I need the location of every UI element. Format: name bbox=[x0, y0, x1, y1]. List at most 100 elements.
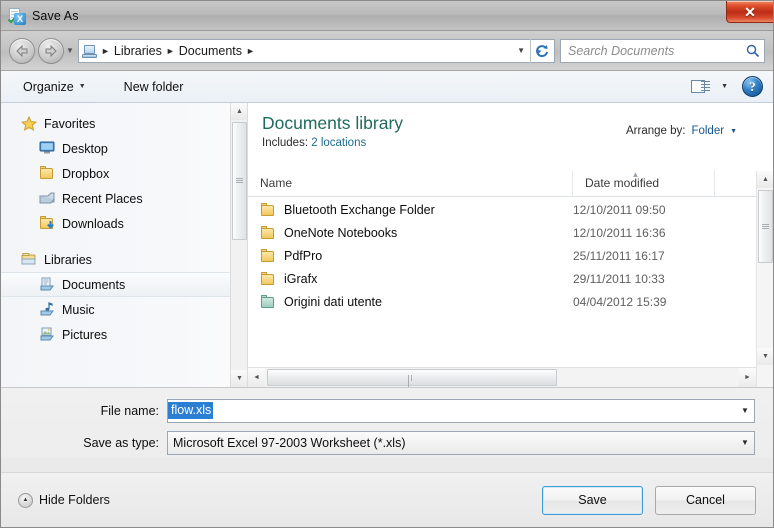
downloads-icon bbox=[39, 215, 57, 232]
file-name-row: File name: flow.xls ▼ bbox=[19, 398, 755, 423]
scroll-left-button[interactable]: ◄ bbox=[248, 368, 265, 387]
forward-button[interactable] bbox=[38, 37, 64, 64]
dialog-footer: ▲ Hide Folders Save Cancel bbox=[1, 472, 773, 527]
file-list-pane: Documents library Includes: 2 locations … bbox=[248, 103, 773, 387]
file-name-input[interactable]: flow.xls ▼ bbox=[167, 398, 755, 423]
save-button[interactable]: Save bbox=[542, 485, 643, 515]
table-row[interactable]: iGrafx 29/11/2011 10:33 bbox=[248, 267, 756, 290]
file-name-label: OneNote Notebooks bbox=[284, 225, 398, 240]
table-row[interactable]: Bluetooth Exchange Folder 12/10/2011 09:… bbox=[248, 198, 756, 221]
refresh-button[interactable] bbox=[530, 38, 552, 63]
sidebar-item-recent-places[interactable]: Recent Places bbox=[1, 186, 247, 211]
scrollbar-thumb[interactable] bbox=[232, 122, 247, 240]
scroll-down-button[interactable]: ▼ bbox=[757, 348, 773, 365]
chevron-down-icon[interactable]: ▼ bbox=[736, 400, 754, 422]
excel-save-icon bbox=[8, 7, 26, 25]
navigation-pane-scrollbar[interactable]: ▲ ▼ bbox=[230, 103, 247, 387]
column-header-extra[interactable] bbox=[715, 170, 756, 196]
scrollbar-thumb[interactable] bbox=[758, 190, 773, 263]
sidebar-item-music[interactable]: Music bbox=[1, 297, 247, 322]
folder-icon bbox=[260, 271, 278, 286]
close-button[interactable]: ✕ bbox=[726, 1, 773, 23]
table-row[interactable]: PdfPro 25/11/2011 16:17 bbox=[248, 244, 756, 267]
breadcrumb[interactable]: ► Libraries ► Documents ► ▼ bbox=[78, 38, 555, 63]
back-button[interactable] bbox=[9, 37, 35, 64]
save-as-dialog: Save As ✕ ▼ ► Libraries ► Documents ► bbox=[0, 0, 774, 528]
music-library-icon bbox=[39, 301, 57, 318]
sidebar-label-downloads: Downloads bbox=[62, 216, 124, 231]
sidebar-label-libraries: Libraries bbox=[44, 252, 92, 267]
includes-locations-link[interactable]: 2 locations bbox=[311, 137, 366, 149]
file-name-cell: PdfPro bbox=[248, 248, 573, 263]
address-dropdown-button[interactable]: ▼ bbox=[512, 46, 530, 55]
file-date-cell: 29/11/2011 10:33 bbox=[573, 271, 665, 286]
folder-icon bbox=[260, 202, 278, 217]
horizontal-scrollbar-thumb[interactable] bbox=[267, 369, 557, 387]
breadcrumb-separator-1: ► bbox=[165, 45, 175, 56]
sidebar-item-favorites[interactable]: Favorites bbox=[1, 111, 247, 136]
save-as-type-value: Microsoft Excel 97-2003 Worksheet (*.xls… bbox=[173, 435, 406, 450]
sidebar-label-desktop: Desktop bbox=[62, 141, 108, 156]
sidebar-label-documents: Documents bbox=[62, 277, 126, 292]
includes-label: Includes: bbox=[262, 136, 309, 149]
folder-icon bbox=[260, 225, 278, 240]
forward-arrow-icon bbox=[45, 44, 57, 57]
scroll-right-button[interactable]: ► bbox=[739, 368, 756, 387]
file-list-horizontal-scrollbar[interactable]: ◄ ► bbox=[248, 367, 756, 387]
chevron-down-icon[interactable]: ▼ bbox=[730, 128, 737, 135]
refresh-icon bbox=[535, 44, 548, 57]
column-header-name-label: Name bbox=[260, 176, 293, 190]
pictures-library-icon bbox=[39, 327, 57, 343]
new-folder-label: New folder bbox=[123, 79, 184, 94]
arrange-by-value[interactable]: Folder bbox=[691, 125, 724, 137]
file-name-cell: OneNote Notebooks bbox=[248, 225, 573, 240]
sidebar-item-desktop[interactable]: Desktop bbox=[1, 136, 247, 161]
search-input[interactable]: Search Documents bbox=[568, 44, 746, 58]
search-box[interactable]: Search Documents bbox=[560, 38, 765, 63]
hide-folders-label: Hide Folders bbox=[39, 493, 110, 507]
breadcrumb-item-documents[interactable]: Documents bbox=[176, 44, 245, 58]
chevron-down-icon[interactable]: ▼ bbox=[736, 432, 754, 454]
save-form: File name: flow.xls ▼ Save as type: Micr… bbox=[1, 388, 773, 458]
scroll-up-button[interactable]: ▲ bbox=[757, 171, 773, 188]
sidebar-item-downloads[interactable]: Downloads bbox=[1, 211, 247, 236]
file-name-label: iGrafx bbox=[284, 271, 318, 286]
organize-button[interactable]: Organize ▼ bbox=[15, 76, 94, 98]
new-folder-button[interactable]: New folder bbox=[116, 76, 192, 98]
navigation-pane: Favorites Desktop Dropbox Recent Places … bbox=[1, 103, 248, 387]
table-row[interactable]: OneNote Notebooks 12/10/2011 16:36 bbox=[248, 221, 756, 244]
column-header-date-modified[interactable]: ▲ Date modified bbox=[573, 170, 715, 196]
breadcrumb-item-libraries[interactable]: Libraries bbox=[111, 44, 165, 58]
sidebar-item-libraries[interactable]: Libraries bbox=[1, 247, 247, 272]
cancel-button-label: Cancel bbox=[686, 493, 725, 507]
file-date-cell: 12/10/2011 09:50 bbox=[573, 202, 666, 217]
sidebar-item-dropbox[interactable]: Dropbox bbox=[1, 161, 247, 186]
cancel-button[interactable]: Cancel bbox=[655, 485, 756, 515]
file-name-label: PdfPro bbox=[284, 248, 323, 263]
file-list-vertical-scrollbar[interactable]: ▲ ▼ bbox=[756, 171, 773, 387]
save-as-type-select[interactable]: Microsoft Excel 97-2003 Worksheet (*.xls… bbox=[167, 430, 755, 455]
sidebar-label-recent-places: Recent Places bbox=[62, 191, 143, 206]
column-headers: Name ▲ Date modified bbox=[248, 170, 756, 197]
sidebar-label-favorites: Favorites bbox=[44, 116, 96, 131]
save-as-type-label: Save as type: bbox=[83, 435, 159, 450]
list-view-icon[interactable] bbox=[690, 78, 712, 96]
file-list: Bluetooth Exchange Folder 12/10/2011 09:… bbox=[248, 198, 756, 365]
table-row[interactable]: Origini dati utente 04/04/2012 15:39 bbox=[248, 290, 756, 313]
column-header-name[interactable]: Name bbox=[248, 170, 573, 196]
hide-folders-button[interactable]: ▲ Hide Folders bbox=[18, 492, 110, 508]
view-dropdown-caret-icon[interactable]: ▼ bbox=[721, 83, 728, 90]
search-icon bbox=[746, 44, 760, 57]
save-as-type-row: Save as type: Microsoft Excel 97-2003 Wo… bbox=[19, 430, 755, 455]
scroll-down-button[interactable]: ▼ bbox=[231, 370, 247, 387]
sidebar-item-pictures[interactable]: Pictures bbox=[1, 322, 247, 347]
history-dropdown-button[interactable]: ▼ bbox=[64, 46, 76, 55]
scroll-up-button[interactable]: ▲ bbox=[231, 103, 247, 120]
sort-ascending-icon: ▲ bbox=[631, 170, 640, 179]
arrange-by-label: Arrange by: bbox=[626, 125, 686, 137]
help-button[interactable]: ? bbox=[742, 76, 763, 97]
desktop-icon bbox=[39, 141, 57, 157]
scrollbar-grip bbox=[408, 374, 416, 387]
file-name-value[interactable]: flow.xls bbox=[168, 402, 214, 419]
sidebar-item-documents[interactable]: Documents bbox=[1, 272, 247, 297]
